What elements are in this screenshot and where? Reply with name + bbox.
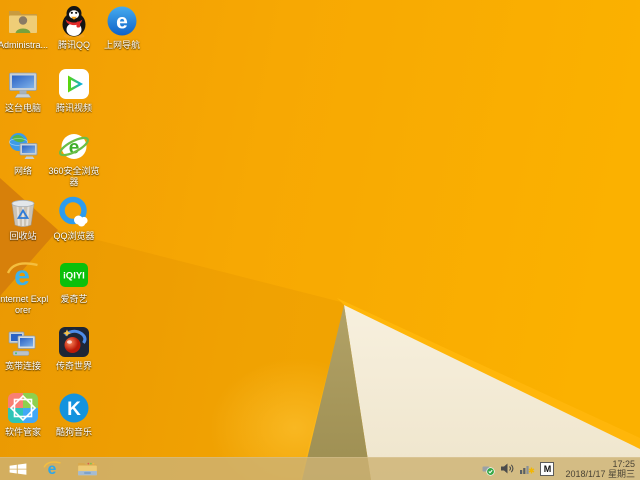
desktop-icon-label: QQ浏览器 (53, 231, 95, 241)
desktop-icon-kugou-music[interactable]: K 酷狗音乐 (48, 391, 100, 438)
windows-logo-icon (9, 463, 27, 475)
dual-monitor-icon (8, 331, 36, 356)
desktop-icon-label: 腾讯视频 (55, 103, 92, 113)
desktop-icon-label: 网络 (13, 166, 32, 176)
desktop-icon-internet-explorer[interactable]: e Internet Explorer (0, 258, 49, 315)
svg-text:K: K (67, 399, 81, 420)
svg-text:e: e (116, 11, 128, 34)
desktop-icon-legend-world[interactable]: 传奇世界 (48, 325, 100, 372)
desktop-icon-label: 软件管家 (4, 427, 41, 437)
volume-icon[interactable] (500, 462, 514, 475)
internet-explorer-taskbar-button[interactable]: e (38, 457, 66, 480)
desktop-icon-qq-browser[interactable]: QQ浏览器 (48, 195, 100, 242)
desktop-icon-360-browser[interactable]: e 360安全浏览器 (48, 130, 100, 187)
clock-time: 17:25 (612, 458, 635, 469)
desktop-icon-iqiyi[interactable]: iQIYI 爱奇艺 (48, 258, 100, 305)
folder-icon (77, 462, 97, 476)
svg-text:e: e (47, 461, 56, 478)
system-tray: M 17:25 2018/1/17 星期三 (481, 457, 637, 480)
svg-text:iQIYI: iQIYI (63, 271, 85, 282)
desktop-icon-software-manager[interactable]: 软件管家 (0, 391, 49, 438)
network-warning-icon[interactable] (519, 462, 535, 475)
desktop-icon-tencent-video[interactable]: 腾讯视频 (48, 67, 100, 114)
desktop-icon-this-pc[interactable]: 这台电脑 (0, 67, 49, 114)
ie-icon: e (42, 461, 61, 478)
desktop-icon-tencent-qq[interactable]: 腾讯QQ (48, 4, 100, 51)
windows-desktop: Administra... 腾讯QQ e 上网导航 这台电脑 腾讯视频 网络 e… (0, 0, 640, 480)
colored-squares-icon (8, 393, 38, 423)
qq-penguin-icon (62, 6, 86, 38)
desktop-icon-label: Administra... (0, 40, 48, 50)
desktop-icon-label: Internet Explorer (0, 294, 49, 315)
file-explorer-taskbar-button[interactable] (72, 457, 102, 480)
desktop-icon-label: 腾讯QQ (57, 40, 90, 50)
desktop-icon-network[interactable]: 网络 (0, 130, 49, 177)
green-e-browser-icon: e (58, 134, 90, 159)
desktop-icon-label: 宽带连接 (4, 361, 41, 371)
iqiyi-logo-icon: iQIYI (60, 263, 88, 287)
desktop-icon-recycle-bin[interactable]: 回收站 (0, 195, 49, 242)
desktop-icon-label: 这台电脑 (4, 103, 41, 113)
globe-monitor-icon (9, 133, 38, 159)
dragon-orb-game-icon (59, 327, 89, 357)
desktop-icon-label: 爱奇艺 (60, 294, 88, 304)
desktop-icon-web-navigation[interactable]: e 上网导航 (96, 4, 148, 51)
kugou-k-icon: K (59, 393, 89, 423)
desktop-icon-broadband-connection[interactable]: 宽带连接 (0, 325, 49, 372)
desktop-icon-label: 360安全浏览器 (48, 166, 100, 187)
taskbar: e M 17:25 2018/1/17 星期三 (0, 457, 640, 480)
desktop-icon-label: 传奇世界 (55, 361, 92, 371)
computer-monitor-icon (9, 72, 37, 98)
desktop-icon-administrator[interactable]: Administra... (0, 4, 49, 51)
blue-ring-cloud-icon (59, 196, 88, 227)
taskbar-clock[interactable]: 17:25 2018/1/17 星期三 (565, 459, 637, 479)
trash-can-icon (11, 199, 35, 228)
play-triangle-icon (59, 69, 89, 99)
start-button[interactable] (2, 457, 34, 480)
desktop-icon-label: 上网导航 (103, 40, 140, 50)
ime-indicator[interactable]: M (540, 461, 555, 476)
blue-e-browser-icon: e (107, 6, 137, 36)
usb-safely-remove-icon[interactable] (481, 462, 496, 476)
desktop-icon-label: 回收站 (9, 231, 37, 241)
ie-icon: e (6, 260, 38, 291)
clock-date: 2018/1/17 星期三 (565, 468, 635, 479)
desktop-icon-label: 酷狗音乐 (55, 427, 92, 437)
user-folder-icon (9, 11, 37, 33)
